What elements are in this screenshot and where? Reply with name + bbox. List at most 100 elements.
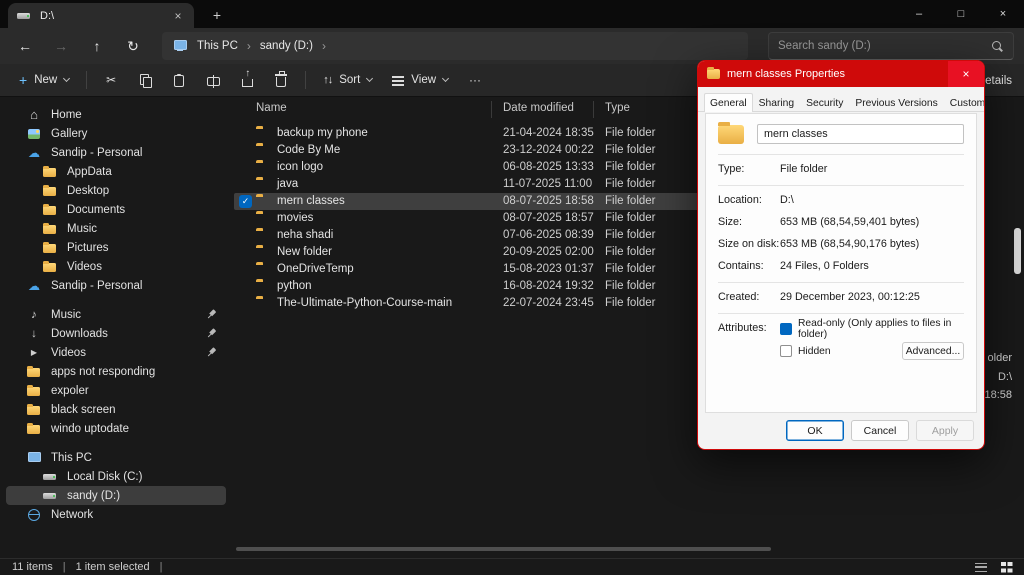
dialog-tab-general[interactable]: General [704, 93, 753, 112]
file-row[interactable]: neha shadi07-06-2025 08:39File folder [234, 227, 775, 244]
file-row[interactable]: java11-07-2025 11:00File folder [234, 176, 775, 193]
dialog-tab-security[interactable]: Security [800, 93, 849, 112]
pin-icon [204, 307, 219, 322]
new-tab-button[interactable]: + [206, 4, 228, 26]
minimize-button[interactable]: – [898, 0, 940, 28]
sidebar-item-windo-uptodate[interactable]: windo uptodate [6, 419, 226, 438]
sidebar-item-videos[interactable]: ▶Videos [6, 343, 226, 362]
ok-button[interactable]: OK [786, 420, 844, 441]
readonly-checkbox[interactable] [780, 323, 792, 335]
sidebar-item-home[interactable]: ⌂Home [6, 105, 226, 124]
sidebar-item-sandip-personal[interactable]: ☁Sandip - Personal [6, 276, 226, 295]
sidebar-item-appdata[interactable]: AppData [6, 162, 226, 181]
tab-close-icon[interactable]: × [170, 8, 186, 24]
sidebar-item-downloads[interactable]: ↓Downloads [6, 324, 226, 343]
sidebar-item-documents[interactable]: Documents [6, 200, 226, 219]
dialog-field-size-on-disk: Size on disk:653 MB (68,54,90,176 bytes) [718, 238, 964, 251]
sidebar-item-expoler[interactable]: expoler [6, 381, 226, 400]
sidebar-item-desktop[interactable]: Desktop [6, 181, 226, 200]
file-row[interactable]: ✓mern classes08-07-2025 18:58File folder [234, 193, 775, 210]
column-header-type[interactable]: Type [605, 102, 630, 114]
thumbnail-view-icon[interactable] [1001, 562, 1012, 573]
forward-button[interactable]: → [46, 33, 76, 59]
dialog-buttons: OK Cancel Apply [786, 420, 974, 441]
chevron-down-icon [442, 75, 449, 82]
hidden-row: Hidden Advanced... [780, 344, 964, 358]
refresh-button[interactable]: ↻ [118, 33, 148, 59]
file-row[interactable]: backup my phone21-04-2024 18:35File fold… [234, 125, 775, 142]
file-row[interactable]: Code By Me23-12-2024 00:22File folder [234, 142, 775, 159]
dialog-tab-previous-versions[interactable]: Previous Versions [849, 93, 943, 112]
maximize-button[interactable]: □ [940, 0, 982, 28]
explorer-tab[interactable]: D:\ × [8, 3, 194, 28]
file-row[interactable]: icon logo06-08-2025 13:33File folder [234, 159, 775, 176]
breadcrumb-drive[interactable]: sandy (D:) [260, 40, 313, 52]
separator: | [160, 561, 163, 573]
sidebar-item-pictures[interactable]: Pictures [6, 238, 226, 257]
share-button[interactable] [231, 67, 263, 93]
more-button[interactable]: ··· [459, 67, 491, 93]
dialog-titlebar: mern classes Properties × [698, 61, 984, 87]
sidebar: ⌂HomeGallery☁Sandip - PersonalAppDataDes… [0, 97, 232, 558]
breadcrumb-this-pc[interactable]: This PC [197, 40, 238, 52]
sidebar-item-network[interactable]: Network [6, 505, 226, 524]
back-button[interactable]: ← [10, 33, 40, 59]
pin-icon [204, 345, 219, 360]
file-name: OneDriveTemp [277, 261, 354, 278]
attributes-label: Attributes: [718, 322, 780, 366]
column-header-name[interactable]: Name [256, 102, 287, 114]
advanced-button[interactable]: Advanced... [902, 342, 964, 360]
close-button[interactable]: × [982, 0, 1024, 28]
file-type: File folder [605, 210, 656, 227]
delete-button[interactable] [265, 67, 297, 93]
sidebar-item-sandy-d[interactable]: sandy (D:) [6, 486, 226, 505]
sidebar-item-videos[interactable]: Videos [6, 257, 226, 276]
sidebar-item-apps-not-responding[interactable]: apps not responding [6, 362, 226, 381]
dialog-field-size: Size:653 MB (68,54,59,401 bytes) [718, 216, 964, 229]
column-header-date-modified[interactable]: Date modified [503, 102, 574, 114]
file-row[interactable]: New folder20-09-2025 02:00File folder [234, 244, 775, 261]
sidebar-item-gallery[interactable]: Gallery [6, 124, 226, 143]
paste-button[interactable] [163, 67, 195, 93]
field-label: Type: [718, 163, 780, 176]
file-name: python [277, 278, 312, 295]
file-row[interactable]: python16-08-2024 19:32File folder [234, 278, 775, 295]
file-type: File folder [605, 227, 656, 244]
details-pane-fragment: 18:58 [984, 389, 1012, 401]
details-view-icon[interactable] [975, 563, 987, 572]
sidebar-item-music[interactable]: Music [6, 219, 226, 238]
field-label: Created: [718, 291, 780, 304]
file-row[interactable]: The-Ultimate-Python-Course-main22-07-202… [234, 295, 775, 312]
new-button[interactable]: + New [10, 67, 78, 93]
sort-button[interactable]: ↑↓ Sort [314, 67, 381, 93]
file-row[interactable]: movies08-07-2025 18:57File folder [234, 210, 775, 227]
checked-checkbox-icon[interactable]: ✓ [239, 195, 252, 208]
apply-button[interactable]: Apply [916, 420, 974, 441]
chevron-down-icon [63, 75, 70, 82]
sidebar-item-local-disk-c[interactable]: Local Disk (C:) [6, 467, 226, 486]
cut-button[interactable]: ✂ [95, 67, 127, 93]
sidebar-item-black-screen[interactable]: black screen [6, 400, 226, 419]
rename-button[interactable] [197, 67, 229, 93]
pin-icon [204, 326, 219, 341]
dialog-close-button[interactable]: × [948, 61, 984, 87]
copy-button[interactable] [129, 67, 161, 93]
sidebar-item-this-pc[interactable]: This PC [6, 448, 226, 467]
search-input[interactable] [778, 40, 985, 52]
horizontal-scrollbar[interactable] [236, 547, 771, 551]
search-icon[interactable] [991, 40, 1004, 53]
sidebar-item-sandip-personal[interactable]: ☁Sandip - Personal [6, 143, 226, 162]
dialog-tab-customize[interactable]: Customize [944, 93, 985, 112]
view-button[interactable]: View [383, 67, 457, 93]
up-button[interactable]: ↑ [82, 33, 112, 59]
sidebar-item-music[interactable]: ♪Music [6, 305, 226, 324]
hidden-checkbox[interactable] [780, 345, 792, 357]
file-row[interactable]: OneDriveTemp15-08-2023 01:37File folder [234, 261, 775, 278]
file-date-modified: 07-06-2025 08:39 [503, 227, 594, 244]
folder-name-input[interactable] [757, 124, 964, 144]
navigation-bar: ← → ↑ ↻ This PC › sandy (D:) › [0, 28, 1024, 64]
field-value: 29 December 2023, 00:12:25 [780, 291, 920, 304]
dialog-tab-sharing[interactable]: Sharing [753, 93, 801, 112]
vertical-scrollbar[interactable] [1014, 228, 1021, 274]
cancel-button[interactable]: Cancel [851, 420, 909, 441]
